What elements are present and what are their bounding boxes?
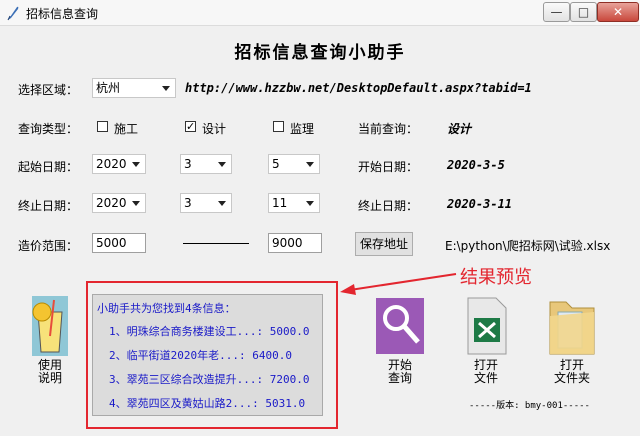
start-day-select[interactable]: 5 xyxy=(268,154,320,174)
result-item: 4、翠苑四区及黄姑山路2...: 5031.0 xyxy=(109,397,306,410)
result-summary: 小助手共为您找到4条信息： xyxy=(97,302,236,315)
price-range-label: 造价范围： xyxy=(18,239,79,253)
annotation-label: 结果预览 xyxy=(460,267,532,288)
save-path-button[interactable]: 保存地址 xyxy=(355,232,413,256)
price-min-input[interactable]: 5000 xyxy=(92,233,146,253)
checkbox-supervision-label: 监理 xyxy=(290,122,315,136)
manual-label-line-2: 说明 xyxy=(37,371,62,385)
start-month-select[interactable]: 3 xyxy=(180,154,232,174)
start-date-display-value: 2020-3-5 xyxy=(447,158,505,172)
region-url: http://www.hzzbw.net/DesktopDefault.aspx… xyxy=(185,81,532,95)
start-month-value: 3 xyxy=(184,157,192,171)
region-selected: 杭州 xyxy=(96,81,121,95)
version-label: -----版本: bmy-001----- xyxy=(469,401,590,411)
minimize-button[interactable]: — xyxy=(543,2,570,22)
open-file-button[interactable]: 打开 文件 xyxy=(456,296,516,385)
end-year-select[interactable]: 2020 xyxy=(92,193,146,213)
query-type-label: 查询类型： xyxy=(18,122,79,136)
result-preview[interactable]: 小助手共为您找到4条信息： 1、明珠综合商务楼建设工...: 5000.0 2、… xyxy=(92,294,323,416)
chevron-down-icon xyxy=(132,162,140,167)
start-year-value: 2020 xyxy=(96,157,127,171)
price-max-input[interactable]: 9000 xyxy=(268,233,322,253)
open-file-label-line-2: 文件 xyxy=(473,371,498,385)
end-month-value: 3 xyxy=(184,196,192,210)
end-day-select[interactable]: 11 xyxy=(268,193,320,213)
end-year-value: 2020 xyxy=(96,196,127,210)
chevron-down-icon xyxy=(132,201,140,206)
folder-icon xyxy=(549,301,595,355)
magnifier-icon xyxy=(376,298,424,354)
lemonade-icon xyxy=(32,296,68,356)
start-query-label-line-2: 查询 xyxy=(387,371,412,385)
feather-icon xyxy=(7,6,19,21)
window-title: 招标信息查询 xyxy=(26,7,99,21)
result-item: 3、翠苑三区综合改造提升...: 7200.0 xyxy=(109,373,310,386)
open-folder-button[interactable]: 打开 文件夹 xyxy=(540,296,604,385)
end-day-value: 11 xyxy=(272,196,288,210)
end-date-display-value: 2020-3-11 xyxy=(447,197,513,211)
checkbox-construction-label: 施工 xyxy=(114,122,139,136)
chevron-down-icon xyxy=(218,162,226,167)
start-year-select[interactable]: 2020 xyxy=(92,154,146,174)
annotation-arrow-icon xyxy=(340,273,457,295)
region-select[interactable]: 杭州 xyxy=(92,78,176,98)
start-day-value: 5 xyxy=(272,157,280,171)
current-query-value: 设计 xyxy=(447,122,472,136)
start-date-display-label: 开始日期： xyxy=(358,160,419,174)
region-label: 选择区域： xyxy=(18,83,79,97)
current-query-label: 当前查询： xyxy=(358,122,419,136)
checkbox-construction[interactable] xyxy=(97,121,108,132)
chevron-down-icon xyxy=(162,86,170,91)
app-heading: 招标信息查询小助手 xyxy=(234,43,406,63)
close-button[interactable]: ✕ xyxy=(597,2,639,22)
start-query-button[interactable]: 开始 查询 xyxy=(370,296,430,385)
range-separator xyxy=(183,243,249,244)
start-date-label: 起始日期： xyxy=(18,160,79,174)
chevron-down-icon xyxy=(306,162,314,167)
save-path-text: E:\python\爬招标网\试验.xlsx xyxy=(445,239,611,253)
end-date-display-label: 终止日期： xyxy=(358,199,419,213)
end-month-select[interactable]: 3 xyxy=(180,193,232,213)
end-date-label: 终止日期： xyxy=(18,199,79,213)
excel-file-icon xyxy=(467,297,507,355)
manual-button[interactable]: 使用 说明 xyxy=(20,296,80,385)
chevron-down-icon xyxy=(218,201,226,206)
title-bar[interactable]: 招标信息查询 — □ ✕ xyxy=(0,0,640,26)
chevron-down-icon xyxy=(306,201,314,206)
result-item: 2、临平街道2020年老...: 6400.0 xyxy=(109,349,292,362)
maximize-button[interactable]: □ xyxy=(570,2,597,22)
checkbox-supervision[interactable] xyxy=(273,121,284,132)
open-folder-label-line-2: 文件夹 xyxy=(553,371,590,385)
checkbox-design-label: 设计 xyxy=(202,122,227,136)
checkbox-design[interactable]: ✓ xyxy=(185,121,196,132)
result-item: 1、明珠综合商务楼建设工...: 5000.0 xyxy=(109,325,310,338)
